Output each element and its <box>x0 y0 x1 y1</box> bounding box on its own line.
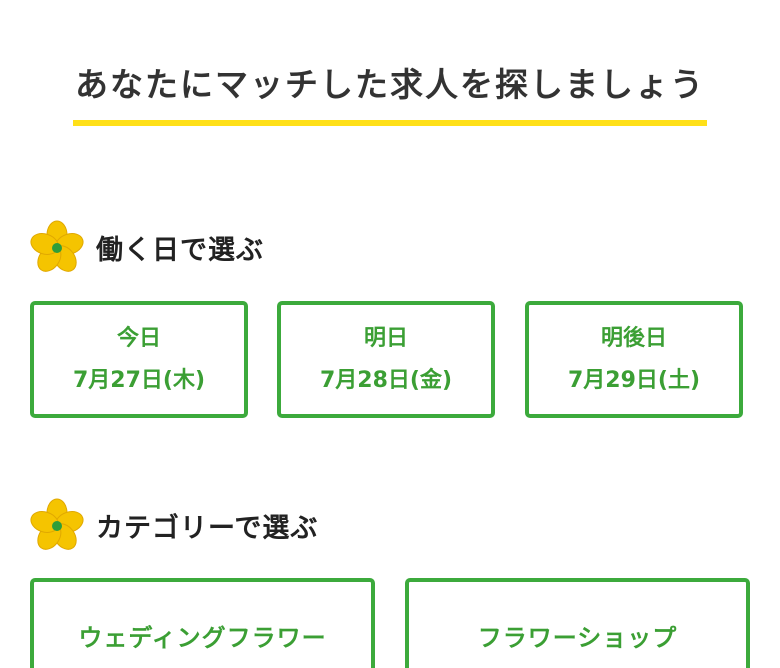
flower-icon <box>30 498 84 550</box>
day-button-tomorrow[interactable]: 明日 7月28日(金) <box>277 301 495 418</box>
day-date: 7月27日(木) <box>72 367 206 393</box>
page: あなたにマッチした求人を探しましょう 働く日で選ぶ 今日 7月27日(木) 明日… <box>0 0 780 668</box>
day-button-day-after-tomorrow[interactable]: 明後日 7月29日(土) <box>525 301 743 418</box>
day-name: 明日 <box>363 325 408 351</box>
day-name: 今日 <box>116 325 161 351</box>
day-name: 明後日 <box>600 325 667 351</box>
day-date: 7月29日(土) <box>567 367 701 393</box>
section-label: 働く日で選ぶ <box>96 234 264 266</box>
category-label: ウェディングフラワー <box>78 624 327 652</box>
flower-icon <box>30 220 84 272</box>
section-label: カテゴリーで選ぶ <box>96 512 319 544</box>
section-title-by-category: カテゴリーで選ぶ <box>30 497 318 553</box>
day-button-today[interactable]: 今日 7月27日(木) <box>30 301 248 418</box>
section-title-by-day: 働く日で選ぶ <box>30 219 264 275</box>
category-button-flower-shop[interactable]: フラワーショップ <box>405 578 750 668</box>
category-button-wedding-flower[interactable]: ウェディングフラワー <box>30 578 375 668</box>
day-date: 7月28日(金) <box>319 367 453 393</box>
page-title: あなたにマッチした求人を探しましょう <box>73 58 707 126</box>
main-heading-wrap: あなたにマッチした求人を探しましょう <box>0 58 780 126</box>
category-label: フラワーショップ <box>477 624 678 652</box>
